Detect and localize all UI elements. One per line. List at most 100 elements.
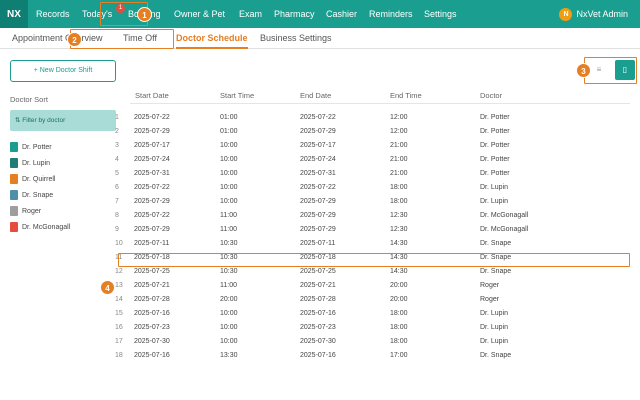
nav-records[interactable]: Records xyxy=(36,0,70,28)
user-menu[interactable]: N NxVet Admin xyxy=(559,0,628,28)
doctor-color-swatch xyxy=(10,190,18,200)
end-date-cell: 2025-07-29 xyxy=(300,198,336,205)
table-row[interactable]: 16 2025-07-23 10:00 2025-07-23 18:00 Dr. Lupi… xyxy=(112,322,632,336)
col-start-time: Start Time xyxy=(220,91,255,100)
start-time-cell: 10:00 xyxy=(220,310,238,317)
nav-reminders[interactable]: Reminders xyxy=(369,0,413,28)
table-row[interactable]: 15 2025-07-16 10:00 2025-07-16 18:00 Dr. Lupi… xyxy=(112,308,632,322)
row-index: 2 xyxy=(115,128,119,135)
row-index: 10 xyxy=(115,240,123,247)
table-row[interactable]: 4 2025-07-24 10:00 2025-07-24 21:00 Dr. Potte… xyxy=(112,154,632,168)
doctor-cell: Roger xyxy=(480,296,500,303)
start-time-cell: 10:00 xyxy=(220,184,238,191)
start-date-cell: 2025-07-11 xyxy=(134,240,170,247)
table-row[interactable]: 6 2025-07-22 10:00 2025-07-22 18:00 Dr. Lupin xyxy=(112,182,632,196)
table-row[interactable]: 18 2025-07-16 13:30 2025-07-16 17:00 Dr. Snap… xyxy=(112,350,632,364)
end-time-cell: 12:00 xyxy=(390,114,408,121)
table-row[interactable]: 12 2025-07-25 10:30 2025-07-25 14:30 Dr. Snap… xyxy=(112,266,632,280)
start-time-cell: 10:00 xyxy=(220,156,238,163)
start-date-cell: 2025-07-21 xyxy=(134,282,170,289)
doctor-sort-item[interactable]: Dr. McGonagall xyxy=(10,221,70,233)
table-row[interactable]: 1 2025-07-22 01:00 2025-07-22 12:00 Dr. Potte… xyxy=(112,112,632,126)
end-time-cell: 20:00 xyxy=(390,282,408,289)
doctor-cell: Dr. Snape xyxy=(480,352,512,359)
end-date-cell: 2025-07-29 xyxy=(300,226,336,233)
nav-settings[interactable]: Settings xyxy=(424,0,457,28)
start-time-cell: 10:30 xyxy=(220,268,238,275)
tab-business-settings[interactable]: Business Settings xyxy=(260,28,332,49)
end-date-cell: 2025-07-29 xyxy=(300,128,336,135)
annotation-marker-4: 4 xyxy=(100,280,115,295)
end-time-cell: 18:00 xyxy=(390,198,408,205)
table-row[interactable]: 10 2025-07-11 10:30 2025-07-11 14:30 Dr. Snap… xyxy=(112,238,632,252)
end-time-cell: 14:30 xyxy=(390,240,408,247)
end-time-cell: 20:00 xyxy=(390,296,408,303)
doctor-name: Dr. Lupin xyxy=(22,159,51,167)
start-time-cell: 20:00 xyxy=(220,296,238,303)
doctor-cell: Dr. Lupin xyxy=(480,338,509,345)
table-row[interactable]: 9 2025-07-29 11:00 2025-07-29 12:30 Dr. McGon… xyxy=(112,224,632,238)
row-index: 4 xyxy=(115,156,119,163)
start-date-cell: 2025-07-31 xyxy=(134,170,170,177)
start-date-cell: 2025-07-25 xyxy=(134,268,170,275)
start-time-cell: 01:00 xyxy=(220,128,238,135)
col-start-date: Start Date xyxy=(135,91,169,100)
doctor-sort-item[interactable]: Dr. Lupin xyxy=(10,157,50,169)
doctor-cell: Dr. Snape xyxy=(480,268,512,275)
doctor-cell: Dr. Snape xyxy=(480,240,512,247)
doctor-sort-item[interactable]: Dr. Potter xyxy=(10,141,52,153)
nav-exam[interactable]: Exam xyxy=(239,0,262,28)
table-row[interactable]: 7 2025-07-29 10:00 2025-07-29 18:00 Dr. Lupin xyxy=(112,196,632,210)
start-date-cell: 2025-07-23 xyxy=(134,324,170,331)
table-row[interactable]: 8 2025-07-22 11:00 2025-07-29 12:30 Dr. McGon… xyxy=(112,210,632,224)
start-date-cell: 2025-07-30 xyxy=(134,338,170,345)
doctor-color-swatch xyxy=(10,174,18,184)
table-row[interactable]: 3 2025-07-17 10:00 2025-07-17 21:00 Dr. Potte… xyxy=(112,140,632,154)
user-name: NxVet Admin xyxy=(576,9,628,19)
end-time-cell: 21:00 xyxy=(390,142,408,149)
row-index: 8 xyxy=(115,212,119,219)
avatar: N xyxy=(559,7,573,21)
end-date-cell: 2025-07-29 xyxy=(300,212,336,219)
end-time-cell: 21:00 xyxy=(390,156,408,163)
table-row[interactable]: 5 2025-07-31 10:00 2025-07-31 21:00 Dr. Potte… xyxy=(112,168,632,182)
doctor-color-swatch xyxy=(10,158,18,168)
start-time-cell: 10:00 xyxy=(220,198,238,205)
annotation-marker-3: 3 xyxy=(576,63,591,78)
doctor-color-swatch xyxy=(10,222,18,232)
row-index: 7 xyxy=(115,198,119,205)
start-time-cell: 13:30 xyxy=(220,352,238,359)
table-row[interactable]: 17 2025-07-30 10:00 2025-07-30 18:00 Dr. Lupi… xyxy=(112,336,632,350)
end-time-cell: 12:30 xyxy=(390,212,408,219)
end-time-cell: 14:30 xyxy=(390,268,408,275)
row-index: 5 xyxy=(115,170,119,177)
app-logo[interactable]: NX xyxy=(0,0,28,28)
filter-by-doctor-button[interactable]: ⇅ Filter by doctor xyxy=(10,110,116,131)
doctor-sort-item[interactable]: Dr. Quirrell xyxy=(10,173,55,185)
new-doctor-shift-button[interactable]: + New Doctor Shift xyxy=(10,60,116,82)
doctor-sort-item[interactable]: Roger xyxy=(10,205,41,217)
table-row[interactable]: 14 2025-07-28 20:00 2025-07-28 20:00 Roger xyxy=(112,294,632,308)
end-date-cell: 2025-07-24 xyxy=(300,156,336,163)
doctor-cell: Dr. Potter xyxy=(480,170,510,177)
start-time-cell: 10:00 xyxy=(220,142,238,149)
table-row[interactable]: 13 2025-07-21 11:00 2025-07-21 20:00 Roger xyxy=(112,280,632,294)
row-index: 3 xyxy=(115,142,119,149)
row-index: 1 xyxy=(115,114,119,121)
nav-cashier[interactable]: Cashier xyxy=(326,0,357,28)
doctor-cell: Dr. Potter xyxy=(480,128,510,135)
end-time-cell: 12:30 xyxy=(390,226,408,233)
end-date-cell: 2025-07-28 xyxy=(300,296,336,303)
nav-owner-pet[interactable]: Owner & Pet xyxy=(174,0,225,28)
end-date-cell: 2025-07-30 xyxy=(300,338,336,345)
doctor-cell: Dr. Lupin xyxy=(480,198,509,205)
tab-doctor-schedule[interactable]: Doctor Schedule xyxy=(176,28,248,49)
table-row[interactable]: 2 2025-07-29 01:00 2025-07-29 12:00 Dr. Potte… xyxy=(112,126,632,140)
nav-pharmacy[interactable]: Pharmacy xyxy=(274,0,315,28)
end-date-cell: 2025-07-16 xyxy=(300,352,336,359)
doctor-sort-item[interactable]: Dr. Snape xyxy=(10,189,53,201)
annotation-marker-1: 1 xyxy=(137,7,152,22)
start-time-cell: 10:30 xyxy=(220,240,238,247)
end-date-cell: 2025-07-21 xyxy=(300,282,336,289)
start-time-cell: 10:00 xyxy=(220,324,238,331)
